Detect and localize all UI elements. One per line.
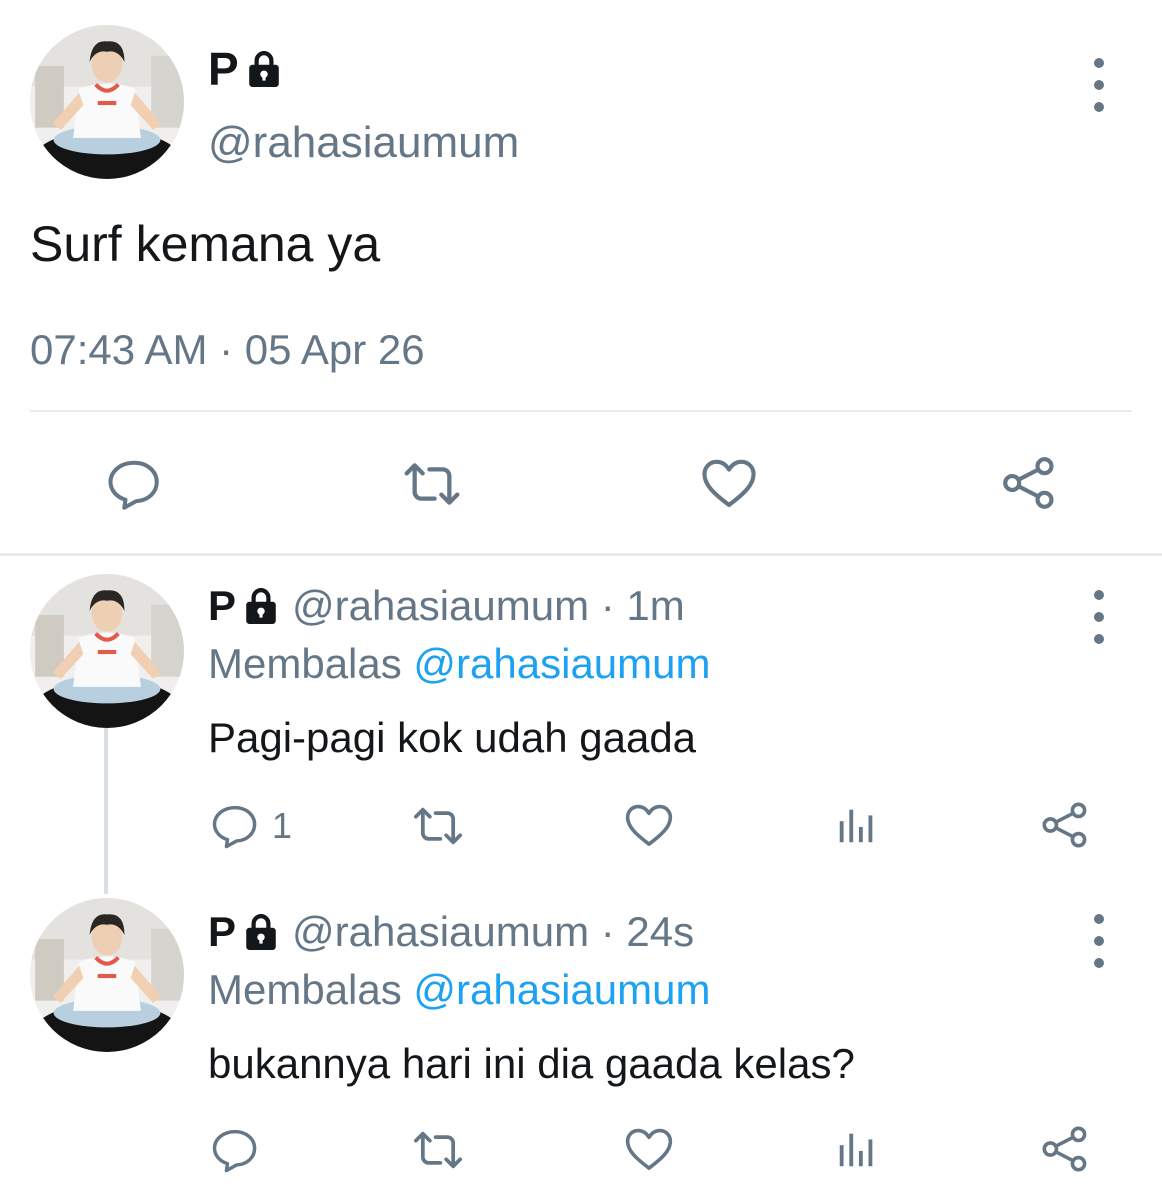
share-icon <box>1038 798 1092 852</box>
thread-connector <box>104 728 108 894</box>
replying-prefix: Membalas <box>208 640 402 687</box>
avatar[interactable] <box>30 574 184 728</box>
reply-header[interactable]: P @rahasiaumum · 1m <box>208 582 685 630</box>
lock-icon <box>244 913 278 951</box>
lock-icon <box>244 587 278 625</box>
reply-button[interactable]: 1 <box>208 800 292 852</box>
avatar-photo <box>30 898 184 1052</box>
comment-bubble-icon <box>208 1124 260 1176</box>
display-name: P <box>208 908 237 955</box>
reply-text: Pagi-pagi kok udah gaada <box>208 714 697 761</box>
display-name: P <box>208 582 237 629</box>
retweet-icon <box>410 798 466 854</box>
bar-chart-icon <box>834 1126 880 1172</box>
avatar-photo <box>30 574 184 728</box>
like-button[interactable] <box>622 1122 676 1176</box>
tweet-timestamp[interactable]: 07:43 AM · 05 Apr 26 <box>30 326 425 374</box>
comment-bubble-icon <box>208 800 260 852</box>
display-name-row[interactable]: P <box>208 42 281 96</box>
replying-to-link[interactable]: @rahasiaumum <box>413 640 710 687</box>
retweet-button[interactable] <box>410 1122 466 1178</box>
heart-icon <box>698 452 760 514</box>
analytics-button[interactable] <box>834 802 880 848</box>
share-icon <box>998 452 1060 514</box>
divider <box>30 410 1132 412</box>
comment-bubble-icon <box>103 454 163 514</box>
retweet-button[interactable] <box>400 452 464 516</box>
reply-header[interactable]: P @rahasiaumum · 24s <box>208 908 694 956</box>
retweet-icon <box>400 452 464 516</box>
share-button[interactable] <box>998 452 1060 514</box>
like-button[interactable] <box>622 798 676 852</box>
reply-button[interactable] <box>208 1124 260 1176</box>
handle-time: @rahasiaumum · 24s <box>292 908 695 955</box>
more-vertical-icon[interactable] <box>1089 914 1109 968</box>
avatar-photo <box>30 25 184 179</box>
analytics-button[interactable] <box>834 1126 880 1172</box>
retweet-icon <box>410 1122 466 1178</box>
display-name: P <box>208 43 239 95</box>
handle-time: @rahasiaumum · 1m <box>292 582 685 629</box>
bar-chart-icon <box>834 802 880 848</box>
replying-prefix: Membalas <box>208 966 402 1013</box>
more-vertical-icon[interactable] <box>1089 590 1109 644</box>
heart-icon <box>622 1122 676 1176</box>
lock-icon <box>247 50 281 88</box>
retweet-button[interactable] <box>410 798 466 854</box>
avatar[interactable] <box>30 898 184 1052</box>
replying-to: Membalas @rahasiaumum <box>208 966 711 1014</box>
replying-to: Membalas @rahasiaumum <box>208 640 711 688</box>
section-divider <box>0 553 1162 556</box>
reply-button[interactable] <box>103 454 163 514</box>
tweet-text: Surf kemana ya <box>30 216 381 272</box>
reply-text: bukannya hari ini dia gaada kelas? <box>208 1040 855 1087</box>
replying-to-link[interactable]: @rahasiaumum <box>413 966 710 1013</box>
avatar[interactable] <box>30 25 184 179</box>
share-button[interactable] <box>1038 1122 1092 1176</box>
heart-icon <box>622 798 676 852</box>
handle[interactable]: @rahasiaumum <box>208 118 519 168</box>
share-button[interactable] <box>1038 798 1092 852</box>
like-button[interactable] <box>698 452 760 514</box>
share-icon <box>1038 1122 1092 1176</box>
more-vertical-icon[interactable] <box>1089 58 1109 112</box>
reply-count: 1 <box>272 805 293 846</box>
